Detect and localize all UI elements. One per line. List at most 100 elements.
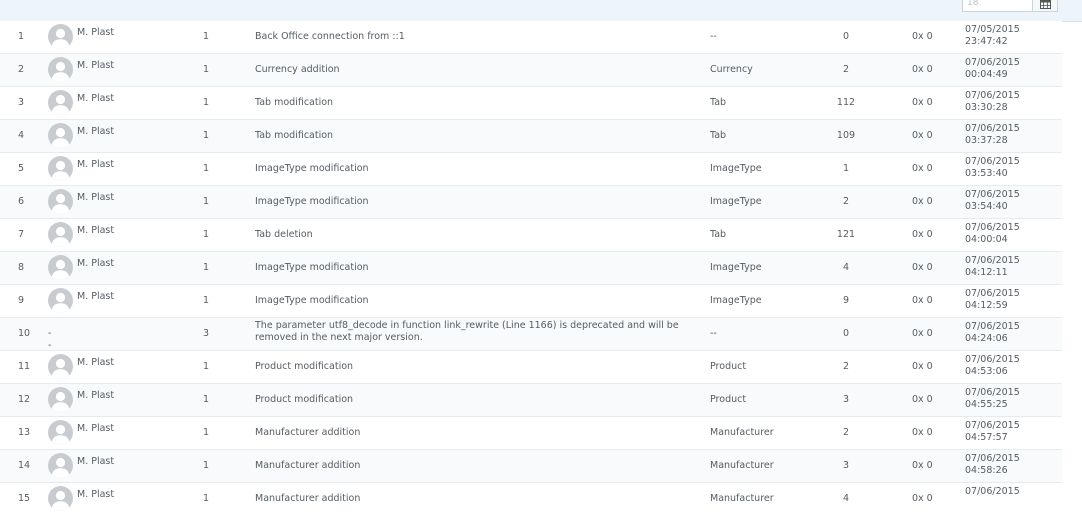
employee-name: M. Plast: [77, 159, 115, 170]
user-avatar-icon: [51, 457, 70, 478]
cell-object-id: 112: [836, 97, 856, 108]
cell-date: 07/05/2015 23:47:42: [965, 24, 1045, 48]
cell-message: Manufacturer addition: [255, 493, 361, 504]
date-filter-input[interactable]: 18: [962, 0, 1032, 12]
cell-object-id: 121: [836, 229, 856, 240]
cell-error-code: 0x 0: [912, 229, 933, 240]
cell-message: Tab modification: [255, 130, 334, 141]
table-row[interactable]: 7 M. Plast 1 Tab deletion Tab 121 0x 0 07/06/20…: [0, 219, 1062, 252]
cell-error-code: 0x 0: [912, 361, 933, 372]
cell-message: Product modification: [255, 361, 354, 372]
user-avatar-icon: [51, 292, 70, 313]
cell-error-code: 0x 0: [912, 97, 933, 108]
table-row[interactable]: 6 M. Plast 1 ImageType modification ImageTyp…: [0, 186, 1062, 219]
date-time: 23:47:42: [965, 36, 1008, 47]
user-avatar-icon: [51, 193, 70, 214]
table-row[interactable]: 11 M. Plast 1 Product modification Product 2 0…: [0, 351, 1062, 384]
calendar-button[interactable]: [1032, 0, 1058, 12]
cell-severity: 1: [203, 64, 210, 75]
employee-name: M. Plast: [77, 192, 115, 203]
employee-name: M. Plast: [77, 489, 115, 500]
date-time: 04:12:11: [965, 267, 1008, 278]
cell-id: 3: [18, 97, 25, 108]
cell-severity: 1: [203, 229, 210, 240]
cell-id: 14: [18, 460, 31, 471]
cell-message: Product modification: [255, 394, 354, 405]
cell-object-type: --: [710, 31, 717, 42]
date-day: 07/06/2015: [965, 123, 1020, 134]
cell-severity: 1: [203, 394, 210, 405]
date-day: 07/06/2015: [965, 321, 1020, 332]
cell-object-type: Tab: [710, 229, 727, 240]
cell-date: 07/06/2015: [965, 486, 1045, 498]
cell-object-type: Currency: [710, 64, 753, 75]
table-row[interactable]: 2 M. Plast 1 Currency addition Currency 2 0x 0…: [0, 54, 1062, 87]
date-day: 07/06/2015: [965, 57, 1020, 68]
date-day: 07/05/2015: [965, 24, 1020, 35]
cell-severity: 1: [203, 460, 210, 471]
cell-severity: 1: [203, 130, 210, 141]
user-avatar-icon: [51, 490, 70, 511]
cell-object-type: ImageType: [710, 196, 762, 207]
table-row[interactable]: 1 M. Plast 1 Back Office connection from ::…: [0, 21, 1062, 54]
date-day: 07/06/2015: [965, 189, 1020, 200]
date-day: 07/06/2015: [965, 453, 1020, 464]
cell-object-type: ImageType: [710, 295, 762, 306]
date-day: 07/06/2015: [965, 90, 1020, 101]
date-day: 07/06/2015: [965, 156, 1020, 167]
cell-object-type: Manufacturer: [710, 493, 774, 504]
table-row[interactable]: 8 M. Plast 1 ImageType modification ImageTyp…: [0, 252, 1062, 285]
table-row[interactable]: 5 M. Plast 1 ImageType modification ImageTyp…: [0, 153, 1062, 186]
cell-date: 07/06/2015 04:58:26: [965, 453, 1045, 477]
cell-severity: 1: [203, 262, 210, 273]
cell-error-code: 0x 0: [912, 493, 933, 504]
cell-message: ImageType modification: [255, 196, 369, 207]
cell-object-id: 2: [842, 427, 850, 438]
date-day: 07/06/2015: [965, 387, 1020, 398]
employee-name: M. Plast: [77, 60, 115, 71]
employee-avatar: [48, 255, 73, 280]
table-row[interactable]: 10 -- 3 The parameter utf8_decode in functi…: [0, 318, 1062, 351]
cell-id: 1: [18, 31, 25, 42]
cell-date: 07/06/2015 04:55:25: [965, 387, 1045, 411]
employee-name: M. Plast: [77, 93, 115, 104]
employee-name: M. Plast: [77, 390, 115, 401]
table-row[interactable]: 15 M. Plast 1 Manufacturer addition Manufact…: [0, 483, 1062, 523]
date-day: 07/06/2015: [965, 354, 1020, 365]
table-row[interactable]: 3 M. Plast 1 Tab modification Tab 112 0x 0 07/0…: [0, 87, 1062, 120]
cell-message: The parameter utf8_decode in function li…: [255, 320, 679, 343]
cell-date: 07/06/2015 03:54:40: [965, 189, 1045, 213]
cell-date: 07/06/2015 00:04:49: [965, 57, 1045, 81]
cell-error-code: 0x 0: [912, 328, 933, 339]
cell-id: 2: [18, 64, 25, 75]
cell-severity: 1: [203, 427, 210, 438]
cell-severity: 1: [203, 361, 210, 372]
date-time: 03:54:40: [965, 201, 1008, 212]
user-avatar-icon: [51, 160, 70, 181]
table-row[interactable]: 14 M. Plast 1 Manufacturer addition Manufact…: [0, 450, 1062, 483]
employee-name: M. Plast: [77, 225, 115, 236]
table-row[interactable]: 13 M. Plast 1 Manufacturer addition Manufact…: [0, 417, 1062, 450]
table-row[interactable]: 4 M. Plast 1 Tab modification Tab 109 0x 0 07/0…: [0, 120, 1062, 153]
user-avatar-icon: [51, 391, 70, 412]
table-row[interactable]: 12 M. Plast 1 Product modification Product 3 0…: [0, 384, 1062, 417]
date-time: 04:24:06: [965, 333, 1008, 344]
cell-object-type: ImageType: [710, 262, 762, 273]
cell-message: Currency addition: [255, 64, 340, 75]
employee-name: M. Plast: [77, 357, 115, 368]
cell-error-code: 0x 0: [912, 163, 933, 174]
cell-id: 11: [18, 361, 31, 372]
filter-bar: 18: [0, 0, 1082, 22]
cell-id: 13: [18, 427, 31, 438]
cell-date: 07/06/2015 04:53:06: [965, 354, 1045, 378]
table-row[interactable]: 9 M. Plast 1 ImageType modification ImageTyp…: [0, 285, 1062, 318]
employee-name: M. Plast: [77, 27, 115, 38]
cell-error-code: 0x 0: [912, 394, 933, 405]
date-time: 04:00:04: [965, 234, 1008, 245]
cell-object-id: 9: [842, 295, 850, 306]
employee-avatar: [48, 387, 73, 412]
cell-id: 9: [18, 295, 25, 306]
user-avatar-icon: [51, 127, 70, 148]
user-avatar-icon: [51, 226, 70, 247]
cell-id: 12: [18, 394, 31, 405]
